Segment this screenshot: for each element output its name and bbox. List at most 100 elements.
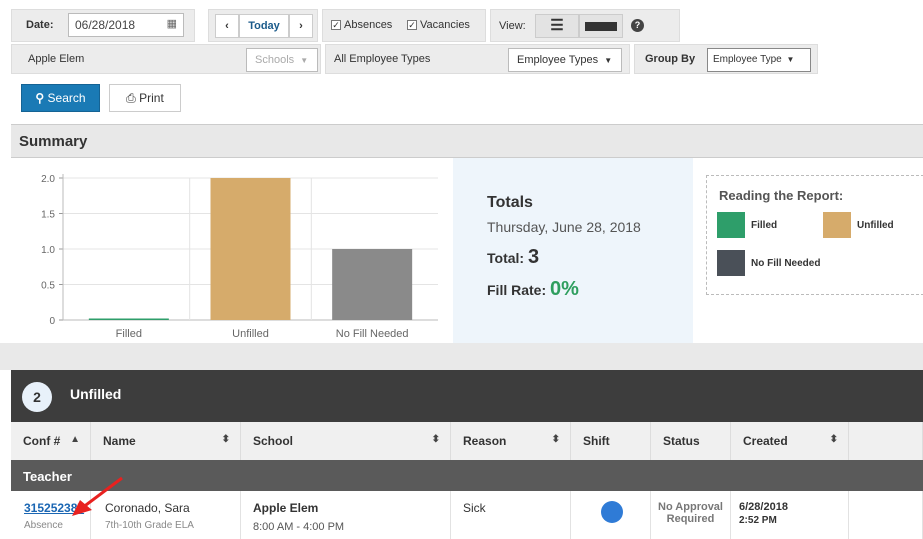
cell-empty xyxy=(849,491,923,539)
cell-status: No Approval Required xyxy=(651,491,731,539)
employee-type-filter-box: All Employee Types Employee Types ▼ xyxy=(325,44,630,74)
cell-school: Apple Elem 8:00 AM - 4:00 PM xyxy=(241,491,451,539)
x-tick-label: Unfilled xyxy=(232,328,269,340)
schools-dropdown[interactable]: Schools ▼ xyxy=(246,48,318,72)
column-header-reason[interactable]: Reason ⬍ xyxy=(451,422,571,460)
group-by-value: Employee Type xyxy=(713,54,782,65)
print-icon: ⎙ xyxy=(126,91,136,105)
unfilled-title: Unfilled xyxy=(70,386,122,402)
summary-body: 0 0.5 1.0 1.5 2.0 Filled Unfilled No Fill Neede… xyxy=(11,158,923,343)
column-header-status: Status xyxy=(651,422,731,460)
date-nav-box: ‹ Today › xyxy=(208,9,318,42)
print-label: Print xyxy=(139,91,164,105)
column-header-conf[interactable]: Conf # ▲ xyxy=(11,422,91,460)
totals-total: Total: 3 xyxy=(487,246,539,269)
section-gap xyxy=(0,343,923,370)
report-legend: Reading the Report: Filled Unfilled No F… xyxy=(706,175,923,295)
column-label: School xyxy=(253,434,294,448)
school-filter-box: Apple Elem Schools ▼ xyxy=(11,44,321,74)
total-value: 3 xyxy=(527,246,540,268)
group-row-teacher: Teacher xyxy=(11,460,923,491)
absences-checkbox[interactable]: ✓ Absences xyxy=(331,19,392,31)
status-line-1: No Approval xyxy=(658,501,723,513)
check-icon: ✓ xyxy=(407,20,417,31)
legend-label-unfilled: Unfilled xyxy=(857,220,894,231)
date-filter-box: Date: 06/28/2018 ▦ xyxy=(11,9,195,42)
full-day-shift-icon xyxy=(601,501,623,523)
absences-label: Absences xyxy=(344,19,393,31)
legend-swatch-no-fill xyxy=(717,250,745,276)
prev-day-button[interactable]: ‹ xyxy=(215,14,239,38)
help-icon[interactable]: ? xyxy=(631,19,644,32)
y-tick-label: 2.0 xyxy=(41,174,55,185)
group-by-box: Group By Employee Type ▼ xyxy=(634,44,818,74)
chevron-left-icon: ‹ xyxy=(225,20,229,32)
vacancies-checkbox[interactable]: ✓ Vacancies xyxy=(407,19,470,31)
list-icon: ☰ xyxy=(550,17,564,34)
column-label: Reason xyxy=(463,434,507,448)
sort-icon: ⬍ xyxy=(221,434,230,445)
next-day-button[interactable]: › xyxy=(289,14,313,38)
column-header-shift: Shift xyxy=(571,422,651,460)
bar-no-fill-needed xyxy=(332,249,413,320)
column-header-created[interactable]: Created ⬍ xyxy=(731,422,849,460)
fill-rate: Fill Rate: 0% xyxy=(487,278,579,301)
school-hours: 8:00 AM - 4:00 PM xyxy=(253,521,345,533)
reason-text: Sick xyxy=(463,501,486,515)
created-date: 6/28/2018 xyxy=(739,501,788,513)
bar-filled xyxy=(88,318,169,320)
legend-label-filled: Filled xyxy=(751,220,778,231)
summary-header: Summary xyxy=(11,124,923,158)
schools-dropdown-label: Schools xyxy=(255,54,295,66)
date-input[interactable]: 06/28/2018 ▦ xyxy=(68,13,184,37)
sort-asc-icon: ▲ xyxy=(70,434,80,445)
column-label: Status xyxy=(663,434,700,448)
today-button[interactable]: Today xyxy=(239,14,289,38)
status-line-2: Required xyxy=(666,513,715,525)
conf-type: Absence xyxy=(24,520,63,531)
y-tick-label: 0.5 xyxy=(41,281,55,292)
date-value: 06/28/2018 xyxy=(75,18,136,32)
view-toggle-box: View: ☰ ? xyxy=(490,9,680,42)
search-icon: ⚲ xyxy=(35,91,45,105)
caret-down-icon: ▼ xyxy=(604,56,613,65)
summary-bar-chart: 0 0.5 1.0 1.5 2.0 Filled Unfilled No Fill Neede… xyxy=(41,174,438,340)
calendar-icon[interactable]: ▦ xyxy=(167,17,177,30)
sort-icon: ⬍ xyxy=(551,434,560,445)
totals-date: Thursday, June 28, 2018 xyxy=(487,219,641,235)
column-header-school[interactable]: School ⬍ xyxy=(241,422,451,460)
fill-rate-label: Fill Rate: xyxy=(487,282,547,298)
cell-reason: Sick xyxy=(451,491,571,539)
employee-types-dropdown[interactable]: Employee Types ▼ xyxy=(508,48,622,72)
column-header-name[interactable]: Name ⬍ xyxy=(91,422,241,460)
caret-down-icon: ▼ xyxy=(300,56,309,65)
cell-created: 6/28/2018 2:52 PM xyxy=(731,491,849,539)
group-by-select[interactable]: Employee Type ▼ xyxy=(707,48,811,72)
totals-title: Totals xyxy=(487,194,533,211)
legend-swatch-filled xyxy=(717,212,745,238)
employee-types-text: All Employee Types xyxy=(334,53,431,65)
list-view-button[interactable]: ☰ xyxy=(535,14,579,38)
filter-bar: Date: 06/28/2018 ▦ ‹ Today › ✓ Absences ✓… xyxy=(0,0,923,120)
grid-view-button[interactable] xyxy=(579,14,623,38)
group-by-label: Group By xyxy=(645,53,696,65)
type-filter-box: ✓ Absences ✓ Vacancies xyxy=(322,9,486,42)
unfilled-count-badge: 2 xyxy=(22,382,52,412)
caret-down-icon: ▼ xyxy=(786,55,795,64)
grid-icon xyxy=(585,22,617,31)
y-tick-label: 0 xyxy=(49,316,55,327)
employee-types-dropdown-label: Employee Types xyxy=(517,54,599,66)
view-label: View: xyxy=(499,20,526,32)
search-button[interactable]: ⚲ Search xyxy=(21,84,100,112)
legend-label-no-fill: No Fill Needed xyxy=(751,258,821,269)
totals-panel: Totals Thursday, June 28, 2018 Total: 3 … xyxy=(453,158,693,343)
print-button[interactable]: ⎙ Print xyxy=(109,84,181,112)
fill-rate-value: 0% xyxy=(550,278,579,300)
chevron-right-icon: › xyxy=(299,20,303,32)
search-label: Search xyxy=(47,91,86,105)
vacancies-label: Vacancies xyxy=(420,19,470,31)
cell-shift xyxy=(571,491,651,539)
column-header-empty xyxy=(849,422,923,460)
column-label: Conf # xyxy=(23,434,61,448)
created-time: 2:52 PM xyxy=(739,515,777,526)
